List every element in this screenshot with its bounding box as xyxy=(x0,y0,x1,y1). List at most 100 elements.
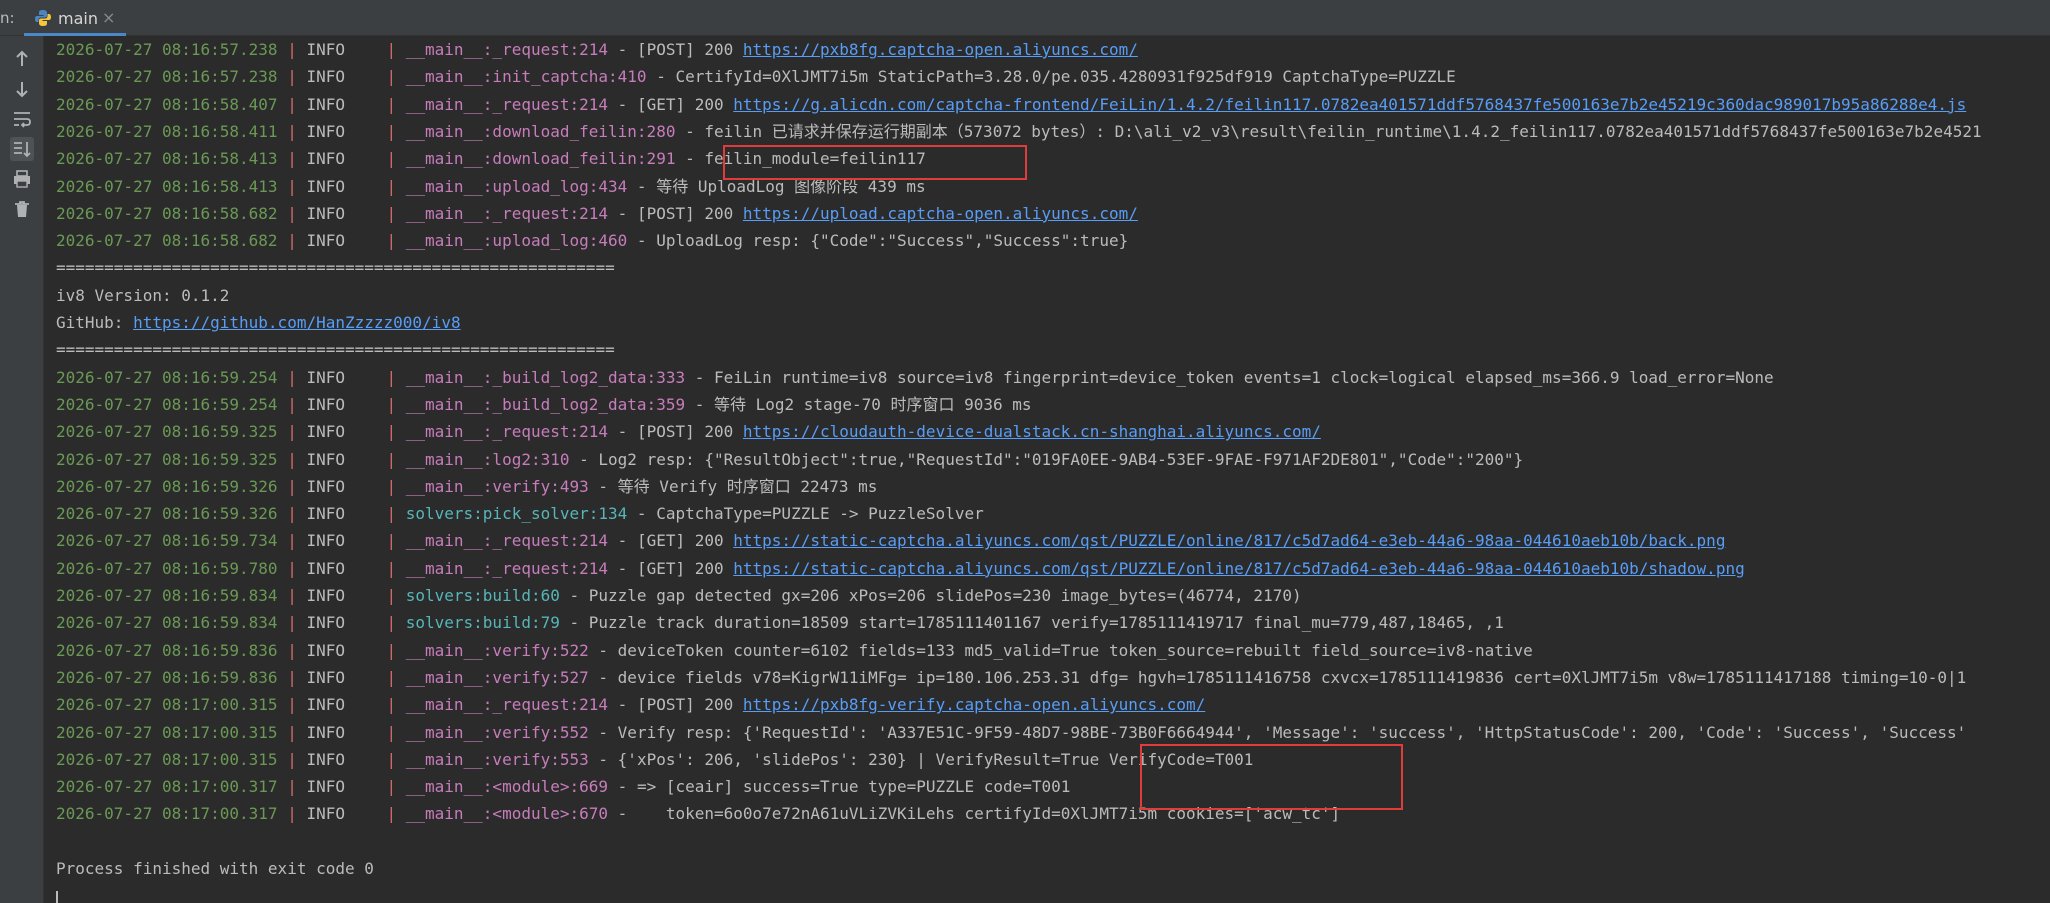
log-timestamp: 2026-07-27 08:16:59.836 xyxy=(56,640,278,660)
highlight-box-verify-code xyxy=(1140,744,1403,810)
log-message: => [ceair] success=True type=PUZZLE code… xyxy=(636,777,1071,797)
separator: - xyxy=(588,749,618,769)
separator: | xyxy=(386,695,406,715)
scroll-to-end-button[interactable] xyxy=(10,137,34,161)
log-timestamp: 2026-07-27 08:17:00.315 xyxy=(56,695,278,715)
log-source: __main__:_request:214 xyxy=(405,531,609,551)
soft-wrap-icon xyxy=(14,112,31,128)
log-line: 2026-07-27 08:16:59.254 | INFO | __main__… xyxy=(56,365,1774,391)
separator: - xyxy=(608,203,637,223)
log-level: INFO xyxy=(306,804,345,824)
log-message: Puzzle track duration=18509 start=178511… xyxy=(588,613,1504,633)
log-message: feilin 已请求并保存运行期副本（573072 bytes）: D:\ali… xyxy=(704,121,1982,141)
separator: | xyxy=(277,586,307,605)
clear-button[interactable] xyxy=(10,197,34,221)
log-level: INFO xyxy=(306,667,345,687)
separator: - xyxy=(675,149,705,169)
log-message: [GET] 200 xyxy=(636,531,734,551)
log-message: deviceToken counter=6102 fields=133 md5_… xyxy=(617,640,1533,660)
log-message: Log2 resp: {"ResultObject":true,"Request… xyxy=(598,449,1524,469)
log-level: INFO xyxy=(306,749,345,769)
log-line: 2026-07-27 08:16:59.834 | INFO | solvers:… xyxy=(56,583,1302,609)
log-message: FeiLin runtime=iv8 source=iv8 fingerprin… xyxy=(714,367,1774,387)
log-line: 2026-07-27 08:16:58.682 | INFO | __main__… xyxy=(56,228,1128,254)
tab-main[interactable]: main × xyxy=(24,0,126,36)
separator: | xyxy=(386,722,406,742)
soft-wrap-button[interactable] xyxy=(10,107,34,131)
log-source: __main__:verify:522 xyxy=(405,640,589,660)
log-source: solvers:pick_solver:134 xyxy=(405,504,628,524)
separator: | xyxy=(386,422,406,442)
log-timestamp: 2026-07-27 08:16:58.682 xyxy=(56,203,278,223)
log-message: [POST] 200 xyxy=(636,40,743,59)
log-source: __main__:_request:214 xyxy=(405,558,609,578)
separator: - xyxy=(608,558,637,578)
scroll-up-icon xyxy=(16,50,28,66)
log-message: [POST] 200 xyxy=(636,695,743,715)
log-level: INFO xyxy=(306,203,345,223)
log-source: solvers:build:79 xyxy=(405,613,560,633)
log-line: ========================================… xyxy=(56,337,615,363)
log-timestamp: 2026-07-27 08:16:59.326 xyxy=(56,504,278,524)
separator: | xyxy=(277,613,307,633)
scroll-down-button[interactable] xyxy=(10,77,34,101)
log-level: INFO xyxy=(306,67,345,87)
log-timestamp: 2026-07-27 08:16:59.734 xyxy=(56,531,278,551)
log-line: ========================================… xyxy=(56,255,615,281)
log-source: __main__:_build_log2_data:333 xyxy=(405,367,686,387)
separator: | xyxy=(386,231,406,251)
log-url-link[interactable]: https://static-captcha.aliyuncs.com/qst/… xyxy=(733,531,1725,550)
github-link[interactable]: https://github.com/HanZzzzz000/iv8 xyxy=(133,313,461,332)
log-message: Verify resp: {'RequestId': 'A337E51C-9F5… xyxy=(617,722,1967,742)
log-level: INFO xyxy=(306,777,345,797)
log-timestamp: 2026-07-27 08:16:59.325 xyxy=(56,449,278,469)
separator: | xyxy=(386,203,406,223)
log-level: INFO xyxy=(306,531,345,551)
log-message: 等待 Log2 stage-70 时序窗口 9036 ms xyxy=(714,394,1032,414)
log-level: INFO xyxy=(306,504,345,524)
console-text: iv8 Version: 0.1.2 xyxy=(56,285,230,305)
log-line: Process finished with exit code 0 xyxy=(56,856,374,882)
log-url-link[interactable]: https://upload.captcha-open.aliyuncs.com… xyxy=(743,204,1138,223)
separator: - xyxy=(675,121,705,141)
log-timestamp: 2026-07-27 08:16:59.836 xyxy=(56,667,278,687)
separator: | xyxy=(277,40,307,59)
log-message: device fields v78=KigrW11iMFg= ip=180.10… xyxy=(617,667,1967,687)
log-timestamp: 2026-07-27 08:16:57.238 xyxy=(56,40,278,59)
log-url-link[interactable]: https://pxb8fg-verify.captcha-open.aliyu… xyxy=(743,695,1205,714)
log-timestamp: 2026-07-27 08:16:58.411 xyxy=(56,121,278,141)
log-message: UploadLog resp: {"Code":"Success","Succe… xyxy=(656,231,1129,251)
log-timestamp: 2026-07-27 08:16:59.834 xyxy=(56,613,278,633)
log-level: INFO xyxy=(306,422,345,442)
log-line: 2026-07-27 08:16:59.836 | INFO | __main__… xyxy=(56,638,1533,664)
separator: | xyxy=(386,777,406,797)
print-button[interactable] xyxy=(10,167,34,191)
log-source: __main__:_request:214 xyxy=(405,422,609,442)
log-line: 2026-07-27 08:16:59.326 | INFO | __main__… xyxy=(56,474,877,500)
log-url-link[interactable]: https://cloudauth-device-dualstack.cn-sh… xyxy=(743,422,1321,441)
log-url-link[interactable]: https://pxb8fg.captcha-open.aliyuncs.com… xyxy=(743,40,1138,59)
scroll-up-button[interactable] xyxy=(10,47,34,71)
separator: - xyxy=(608,422,637,442)
console-text: Process finished with exit code 0 xyxy=(56,859,374,878)
log-url-link[interactable]: https://static-captcha.aliyuncs.com/qst/… xyxy=(733,559,1744,578)
log-timestamp: 2026-07-27 08:16:58.413 xyxy=(56,149,278,169)
log-message: [GET] 200 xyxy=(636,94,734,114)
log-level: INFO xyxy=(306,449,345,469)
log-timestamp: 2026-07-27 08:17:00.315 xyxy=(56,722,278,742)
log-level: INFO xyxy=(306,613,345,633)
separator: - xyxy=(608,695,637,715)
separator: - xyxy=(588,667,618,687)
log-url-link[interactable]: https://g.alicdn.com/captcha-frontend/Fe… xyxy=(733,95,1966,114)
log-line: iv8 Version: 0.1.2 xyxy=(56,283,229,309)
close-icon[interactable]: × xyxy=(102,8,115,27)
separator: - xyxy=(608,40,637,59)
separator: - xyxy=(588,476,618,496)
separator: - xyxy=(588,640,618,660)
separator: | xyxy=(277,722,307,742)
log-timestamp: 2026-07-27 08:16:59.325 xyxy=(56,422,278,442)
separator: | xyxy=(386,476,406,496)
console-output[interactable]: 2026-07-27 08:16:57.238 | INFO | __main__… xyxy=(44,36,2050,903)
log-source: __main__:upload_log:460 xyxy=(405,231,628,251)
highlight-box-feilin-module xyxy=(723,145,1027,180)
